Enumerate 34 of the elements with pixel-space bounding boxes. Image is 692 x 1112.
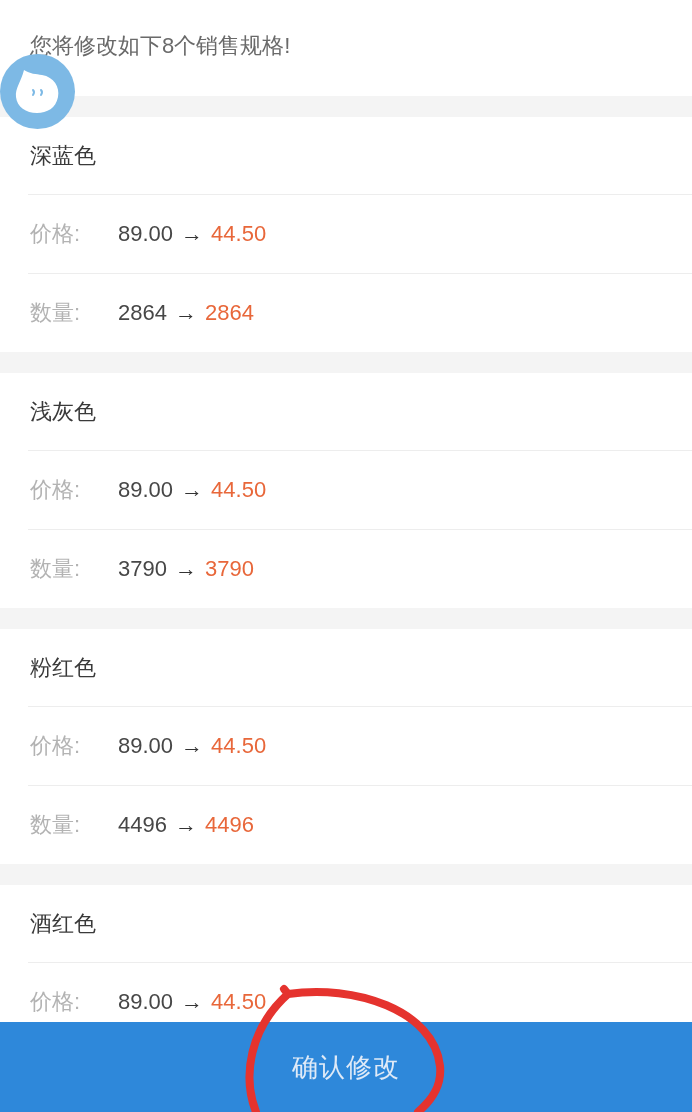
confirm-button[interactable]: 确认修改 xyxy=(0,1022,692,1112)
field-label: 数量: xyxy=(30,811,82,839)
spec-name: 粉红色 xyxy=(29,653,96,682)
new-value: 44.50 xyxy=(211,220,267,248)
arrow-glyph: → xyxy=(174,299,197,327)
arrow-glyph: → xyxy=(181,732,204,760)
old-value: 89.00 xyxy=(118,220,174,248)
field-label: 价格: xyxy=(30,732,82,760)
old-value: 89.00 xyxy=(118,476,174,504)
new-value: 44.50 xyxy=(211,988,267,1016)
arrow-glyph: → xyxy=(174,555,197,583)
arrow-glyph: → xyxy=(181,220,204,248)
old-value: 3790 xyxy=(118,555,167,583)
old-value: 2864 xyxy=(118,299,167,327)
field-label: 价格: xyxy=(30,476,82,504)
new-value: 2864 xyxy=(204,299,254,327)
blob-face-icon[interactable] xyxy=(0,54,75,129)
field-label: 价格: xyxy=(30,988,82,1016)
new-value: 44.50 xyxy=(211,476,267,504)
new-value: 44.50 xyxy=(211,732,267,760)
old-value: 89.00 xyxy=(118,732,174,760)
field-label: 数量: xyxy=(30,299,82,327)
arrow-glyph: → xyxy=(181,476,204,504)
spec-name: 浅灰色 xyxy=(29,397,96,426)
spec-name: 深蓝色 xyxy=(29,141,96,170)
new-value: 3790 xyxy=(204,555,254,583)
old-value: 4496 xyxy=(118,811,167,839)
old-value: 89.00 xyxy=(118,988,174,1016)
field-label: 数量: xyxy=(30,555,82,583)
new-value: 4496 xyxy=(204,811,254,839)
spec-name: 酒红色 xyxy=(29,909,96,938)
field-label: 价格: xyxy=(30,220,82,248)
arrow-glyph: → xyxy=(181,988,204,1016)
arrow-glyph: → xyxy=(174,811,197,839)
